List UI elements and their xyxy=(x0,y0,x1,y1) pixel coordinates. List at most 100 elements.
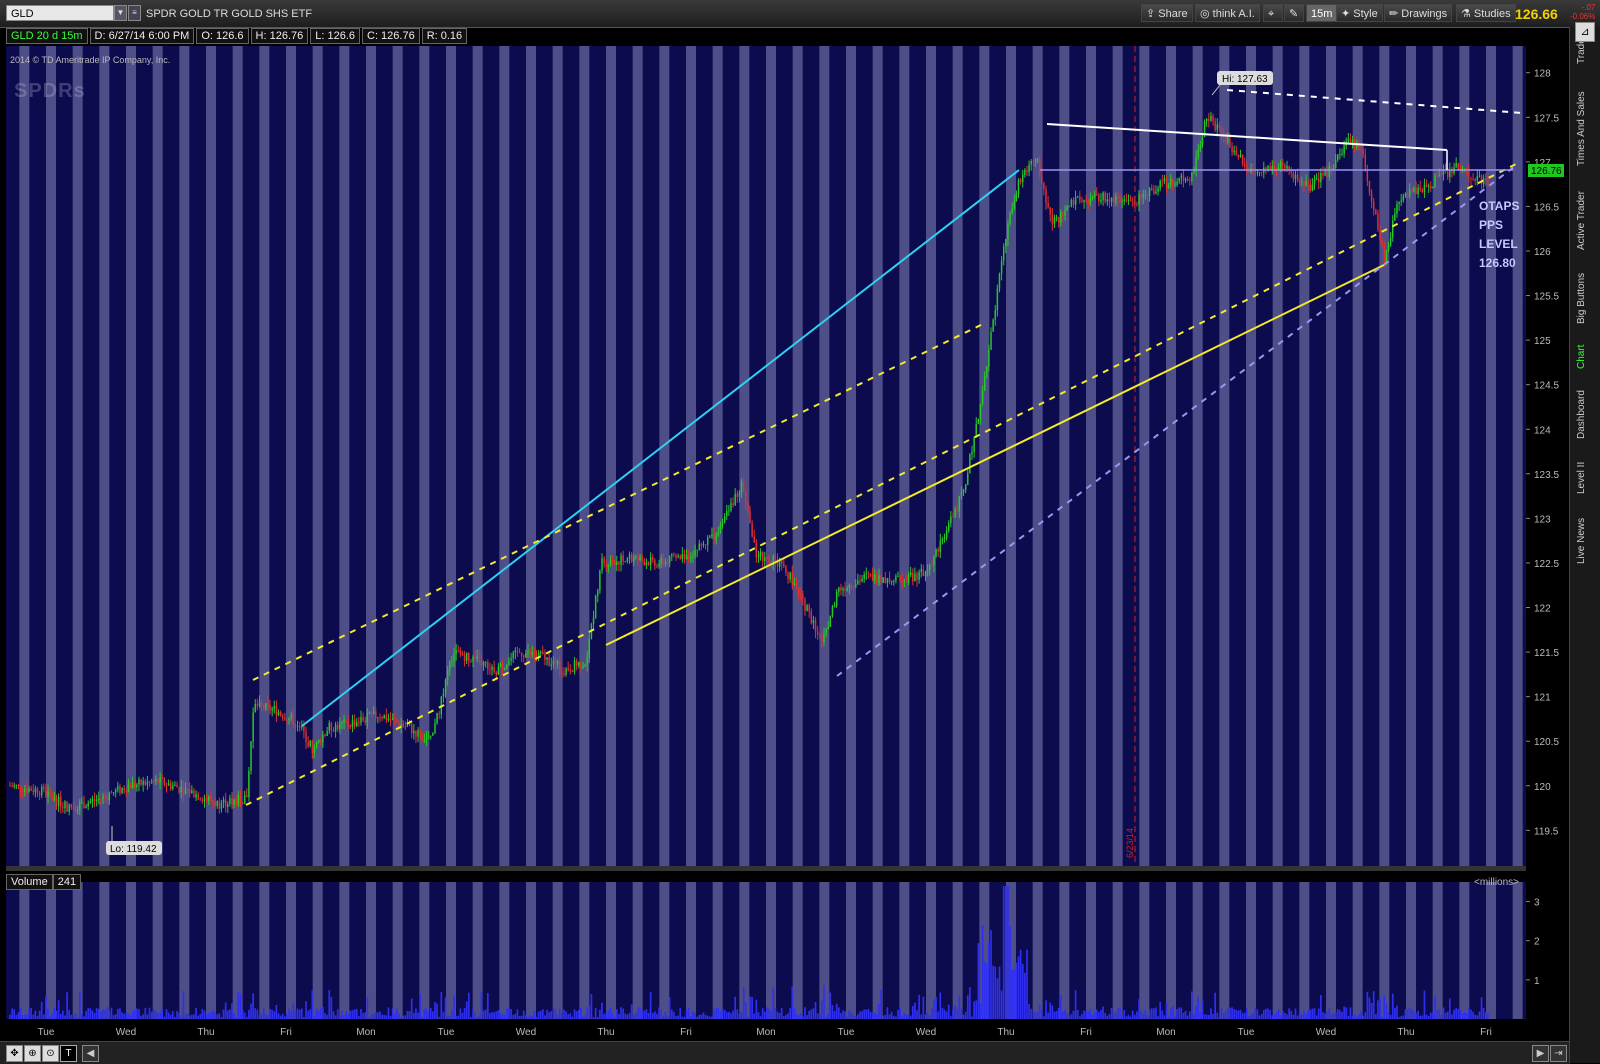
volume-bar xyxy=(19,1007,22,1019)
candle-body xyxy=(694,550,696,556)
expand-sidebar-button[interactable]: ⊿ xyxy=(1575,22,1595,42)
volume-bar xyxy=(1021,963,1024,1019)
time-tick-label: Tue xyxy=(438,1027,455,1038)
volume-bar xyxy=(1057,1007,1060,1019)
candle-body xyxy=(60,796,62,808)
candle-body xyxy=(658,563,660,567)
volume-bar xyxy=(814,1001,817,1019)
price-chart[interactable]: 6/23/14 Hi: 127.63 Lo: 119.42 OTAPS PPS … xyxy=(0,0,1570,1041)
volume-bar xyxy=(1463,1012,1466,1019)
volume-bar xyxy=(922,996,925,1019)
candle-body xyxy=(1134,201,1136,205)
copyright-text: 2014 © TD Ameritrade IP Company, Inc. xyxy=(10,55,171,65)
tab-level-ii[interactable]: Level II xyxy=(1576,455,1594,501)
candle-body xyxy=(656,566,658,567)
volume-bar xyxy=(42,1014,45,1019)
volume-bar xyxy=(1256,1009,1259,1019)
volume-bar xyxy=(453,995,455,1019)
tab-chart[interactable]: Chart xyxy=(1576,339,1594,375)
fit-button[interactable]: ⇥ xyxy=(1550,1045,1567,1062)
candle-body xyxy=(726,511,728,517)
session-stripe xyxy=(126,46,136,866)
candle-body xyxy=(542,652,544,655)
volume-axis[interactable] xyxy=(1526,882,1570,1019)
candle-body xyxy=(990,331,992,350)
volume-bar xyxy=(412,1012,415,1019)
volume-bar xyxy=(943,1009,946,1019)
volume-bar xyxy=(402,1015,405,1019)
candle-body xyxy=(812,620,815,624)
volume-bar xyxy=(142,1014,145,1019)
candle-body xyxy=(341,722,343,724)
volume-bar xyxy=(761,1008,764,1019)
candle-body xyxy=(1398,201,1400,204)
candle-body xyxy=(941,539,944,541)
candle-body xyxy=(358,722,360,724)
volume-bar xyxy=(909,1015,912,1019)
session-stripe xyxy=(152,46,163,866)
volume-stripe xyxy=(766,882,776,1019)
candle-body xyxy=(994,310,996,320)
volume-bar xyxy=(351,1010,354,1019)
volume-bar xyxy=(546,1009,548,1019)
candle-body xyxy=(797,587,800,595)
candle-body xyxy=(751,523,753,537)
candle-body xyxy=(1007,224,1009,239)
volume-bar xyxy=(1366,991,1369,1019)
candle-body xyxy=(1383,245,1386,265)
candle-body xyxy=(859,580,861,582)
tab-dashboard[interactable]: Dashboard xyxy=(1576,385,1594,445)
volume-bar xyxy=(681,1016,684,1019)
scroll-left-button[interactable]: ◀ xyxy=(82,1045,99,1062)
session-stripe xyxy=(392,46,403,866)
volume-bar xyxy=(1429,1012,1432,1019)
tab-active-trader[interactable]: Active Trader xyxy=(1576,185,1594,257)
tab-times-and-sales[interactable]: Times And Sales xyxy=(1576,83,1594,175)
price-tick-label: 119.5 xyxy=(1534,826,1559,837)
pan-tool-button[interactable]: ✥ xyxy=(6,1045,23,1062)
price-tick-label: 120.5 xyxy=(1534,737,1559,748)
zoom-tool-button[interactable]: ⊕ xyxy=(24,1045,41,1062)
candle-body xyxy=(1115,196,1117,203)
session-stripe xyxy=(659,46,670,866)
volume-bar xyxy=(706,1015,709,1019)
volume-bar xyxy=(288,1008,290,1019)
volume-bar xyxy=(806,1015,808,1019)
candle-body xyxy=(125,790,128,792)
volume-bar xyxy=(1459,1009,1462,1019)
candle-body xyxy=(1017,179,1020,195)
volume-bar xyxy=(1480,997,1483,1019)
zoom-out-button[interactable]: ⊙ xyxy=(42,1045,59,1062)
candle-body xyxy=(250,741,252,772)
candle-body xyxy=(229,797,231,805)
candle-body xyxy=(907,575,910,583)
volume-stripe xyxy=(286,882,296,1019)
text-tool-button[interactable]: T xyxy=(60,1045,77,1062)
volume-bar xyxy=(558,1008,561,1019)
volume-bar xyxy=(78,991,81,1019)
volume-stripe xyxy=(1299,882,1310,1019)
volume-bar xyxy=(1258,1015,1261,1019)
scroll-right-button[interactable]: ▶ xyxy=(1532,1045,1549,1062)
volume-bar xyxy=(985,963,988,1019)
volume-value: 241 xyxy=(52,874,82,890)
candle-body xyxy=(305,731,307,742)
volume-bar xyxy=(884,1014,887,1019)
volume-bar xyxy=(1332,1013,1335,1019)
volume-bar xyxy=(675,1016,677,1019)
volume-bar xyxy=(785,1014,787,1019)
panel-divider[interactable] xyxy=(6,866,1526,871)
session-stripe xyxy=(1086,46,1096,866)
volume-bar xyxy=(239,993,242,1019)
tab-live-news[interactable]: Live News xyxy=(1576,511,1594,571)
candle-body xyxy=(182,786,185,795)
candle-body xyxy=(1083,200,1085,202)
volume-bar xyxy=(9,1014,11,1019)
volume-bar xyxy=(1051,1005,1054,1019)
candle-body xyxy=(702,544,705,546)
volume-bar xyxy=(535,1016,538,1019)
volume-bar xyxy=(332,1011,335,1019)
volume-bar xyxy=(981,925,984,1019)
tab-big-buttons[interactable]: Big Buttons xyxy=(1576,267,1594,329)
candle-body xyxy=(1197,149,1199,158)
